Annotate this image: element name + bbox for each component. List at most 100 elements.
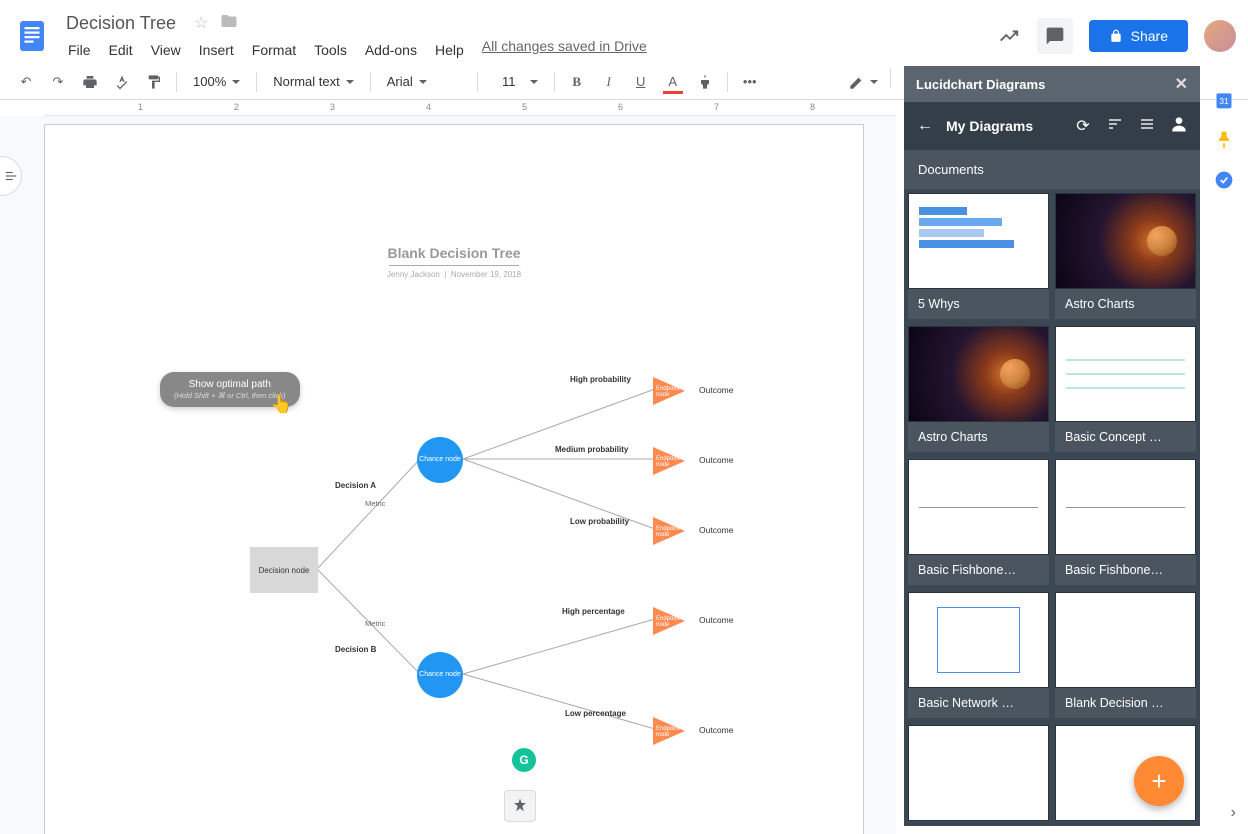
keep-icon[interactable]: [1214, 130, 1234, 150]
sort-icon[interactable]: [1104, 116, 1126, 137]
calendar-icon[interactable]: 31: [1214, 90, 1234, 110]
font-value: Arial: [387, 74, 413, 89]
document-workspace: Blank Decision Tree Jenny Jackson | Nove…: [0, 116, 896, 834]
paint-format-button[interactable]: [140, 68, 168, 96]
endpoint-2: Endpoint node: [653, 447, 685, 475]
card-network[interactable]: Basic Network …: [908, 592, 1049, 719]
sidebar-header: Lucidchart Diagrams ✕: [904, 66, 1200, 102]
account-icon[interactable]: [1168, 114, 1190, 139]
label-decision-b: Decision B: [335, 645, 376, 654]
outcome-3: Outcome: [699, 525, 734, 535]
outcome-5: Outcome: [699, 725, 734, 735]
chance-node-b: Chance node: [417, 652, 463, 698]
comments-button[interactable]: [1037, 18, 1073, 54]
endpoint-5: Endpoint node: [653, 717, 685, 745]
trending-icon[interactable]: [997, 24, 1021, 48]
text-color-button[interactable]: A: [659, 68, 687, 96]
lucidchart-sidebar: Lucidchart Diagrams ✕ ← My Diagrams ⟳ Do…: [904, 66, 1200, 826]
refresh-icon[interactable]: ⟳: [1072, 116, 1094, 136]
zoom-value: 100%: [193, 74, 226, 89]
cursor-icon: 👆: [270, 394, 292, 415]
underline-button[interactable]: U: [627, 68, 655, 96]
new-diagram-fab[interactable]: +: [1134, 756, 1184, 806]
editing-mode-button[interactable]: [848, 68, 878, 96]
menu-tools[interactable]: Tools: [306, 38, 355, 62]
paragraph-style-select[interactable]: Normal text: [265, 68, 361, 96]
sidebar-title: Lucidchart Diagrams: [916, 77, 1045, 92]
italic-button[interactable]: I: [595, 68, 623, 96]
highlight-button[interactable]: [691, 68, 719, 96]
card-extra-1[interactable]: [908, 725, 1049, 822]
sidebar-nav-title: My Diagrams: [946, 118, 1062, 134]
page-title-text: Blank Decision Tree: [45, 245, 863, 261]
card-blank-decision[interactable]: Blank Decision …: [1055, 592, 1196, 719]
more-tools-button[interactable]: •••: [736, 68, 764, 96]
grammarly-badge[interactable]: G: [512, 748, 536, 772]
menu-addons[interactable]: Add-ons: [357, 38, 425, 62]
share-label: Share: [1131, 28, 1168, 44]
outline-tab[interactable]: [0, 156, 22, 196]
style-value: Normal text: [273, 74, 339, 89]
menu-format[interactable]: Format: [244, 38, 304, 62]
card-fishbone-2[interactable]: Basic Fishbone…: [1055, 459, 1196, 586]
doc-heading: Blank Decision Tree Jenny Jackson | Nove…: [45, 245, 863, 279]
back-icon[interactable]: ←: [914, 117, 936, 135]
font-select[interactable]: Arial: [379, 68, 469, 96]
header: Decision Tree ☆ File Edit View Insert Fo…: [0, 0, 1248, 64]
menu-view[interactable]: View: [143, 38, 189, 62]
sidebar-grid[interactable]: 5 Whys Astro Charts Astro Charts Basic C…: [904, 189, 1200, 826]
zoom-select[interactable]: 100%: [185, 68, 248, 96]
card-concept[interactable]: Basic Concept …: [1055, 326, 1196, 453]
share-button[interactable]: Share: [1089, 20, 1188, 52]
page[interactable]: Blank Decision Tree Jenny Jackson | Nove…: [44, 124, 864, 834]
menu-edit[interactable]: Edit: [101, 38, 141, 62]
explore-button[interactable]: [504, 790, 536, 822]
chance-node-a: Chance node: [417, 437, 463, 483]
card-astro-2[interactable]: Astro Charts: [908, 326, 1049, 453]
bold-button[interactable]: B: [563, 68, 591, 96]
label-decision-a: Decision A: [335, 481, 376, 490]
decision-tree-diagram: Decision node Chance node Chance node De…: [45, 349, 863, 834]
close-icon[interactable]: ✕: [1175, 74, 1188, 94]
sidebar-nav: ← My Diagrams ⟳: [904, 102, 1200, 150]
list-view-icon[interactable]: [1136, 116, 1158, 137]
outcome-1: Outcome: [699, 385, 734, 395]
spellcheck-button[interactable]: [108, 68, 136, 96]
card-fishbone-1[interactable]: Basic Fishbone…: [908, 459, 1049, 586]
endpoint-4: Endpoint node: [653, 607, 685, 635]
redo-button[interactable]: ↷: [44, 68, 72, 96]
size-value: 11: [494, 74, 524, 89]
label-low-prob: Low probability: [570, 517, 629, 526]
outcome-4: Outcome: [699, 615, 734, 625]
rail-expand-icon[interactable]: ›: [1231, 804, 1236, 822]
card-astro-1[interactable]: Astro Charts: [1055, 193, 1196, 320]
label-high-pct: High percentage: [562, 607, 625, 616]
ruler[interactable]: 1 2 3 4 5 6 7 8: [44, 100, 896, 116]
sidebar-section-title: Documents: [904, 150, 1200, 189]
label-med-prob: Medium probability: [555, 445, 628, 454]
menu-file[interactable]: File: [60, 38, 99, 62]
undo-button[interactable]: ↶: [12, 68, 40, 96]
label-high-prob: High probability: [570, 375, 631, 384]
tooltip-title: Show optimal path: [174, 378, 286, 391]
saved-status-link[interactable]: All changes saved in Drive: [482, 38, 647, 62]
menubar: File Edit View Insert Format Tools Add-o…: [60, 38, 997, 62]
menu-insert[interactable]: Insert: [191, 38, 242, 62]
card-5whys[interactable]: 5 Whys: [908, 193, 1049, 320]
svg-text:31: 31: [1219, 96, 1229, 106]
tasks-icon[interactable]: [1214, 170, 1234, 190]
decision-node: Decision node: [250, 547, 318, 593]
outcome-2: Outcome: [699, 455, 734, 465]
font-size-select[interactable]: 11: [486, 68, 546, 96]
header-actions: Share: [997, 18, 1236, 54]
menu-help[interactable]: Help: [427, 38, 472, 62]
endpoint-1: Endpoint node: [653, 377, 685, 405]
docs-logo[interactable]: [12, 12, 52, 60]
star-icon[interactable]: ☆: [194, 13, 208, 33]
print-button[interactable]: [76, 68, 104, 96]
document-title[interactable]: Decision Tree: [60, 11, 182, 36]
user-avatar[interactable]: [1204, 20, 1236, 52]
move-folder-icon[interactable]: [220, 12, 238, 35]
page-subtitle: Jenny Jackson | November 19, 2018: [45, 270, 863, 279]
label-metric-a: Metric: [365, 499, 385, 508]
